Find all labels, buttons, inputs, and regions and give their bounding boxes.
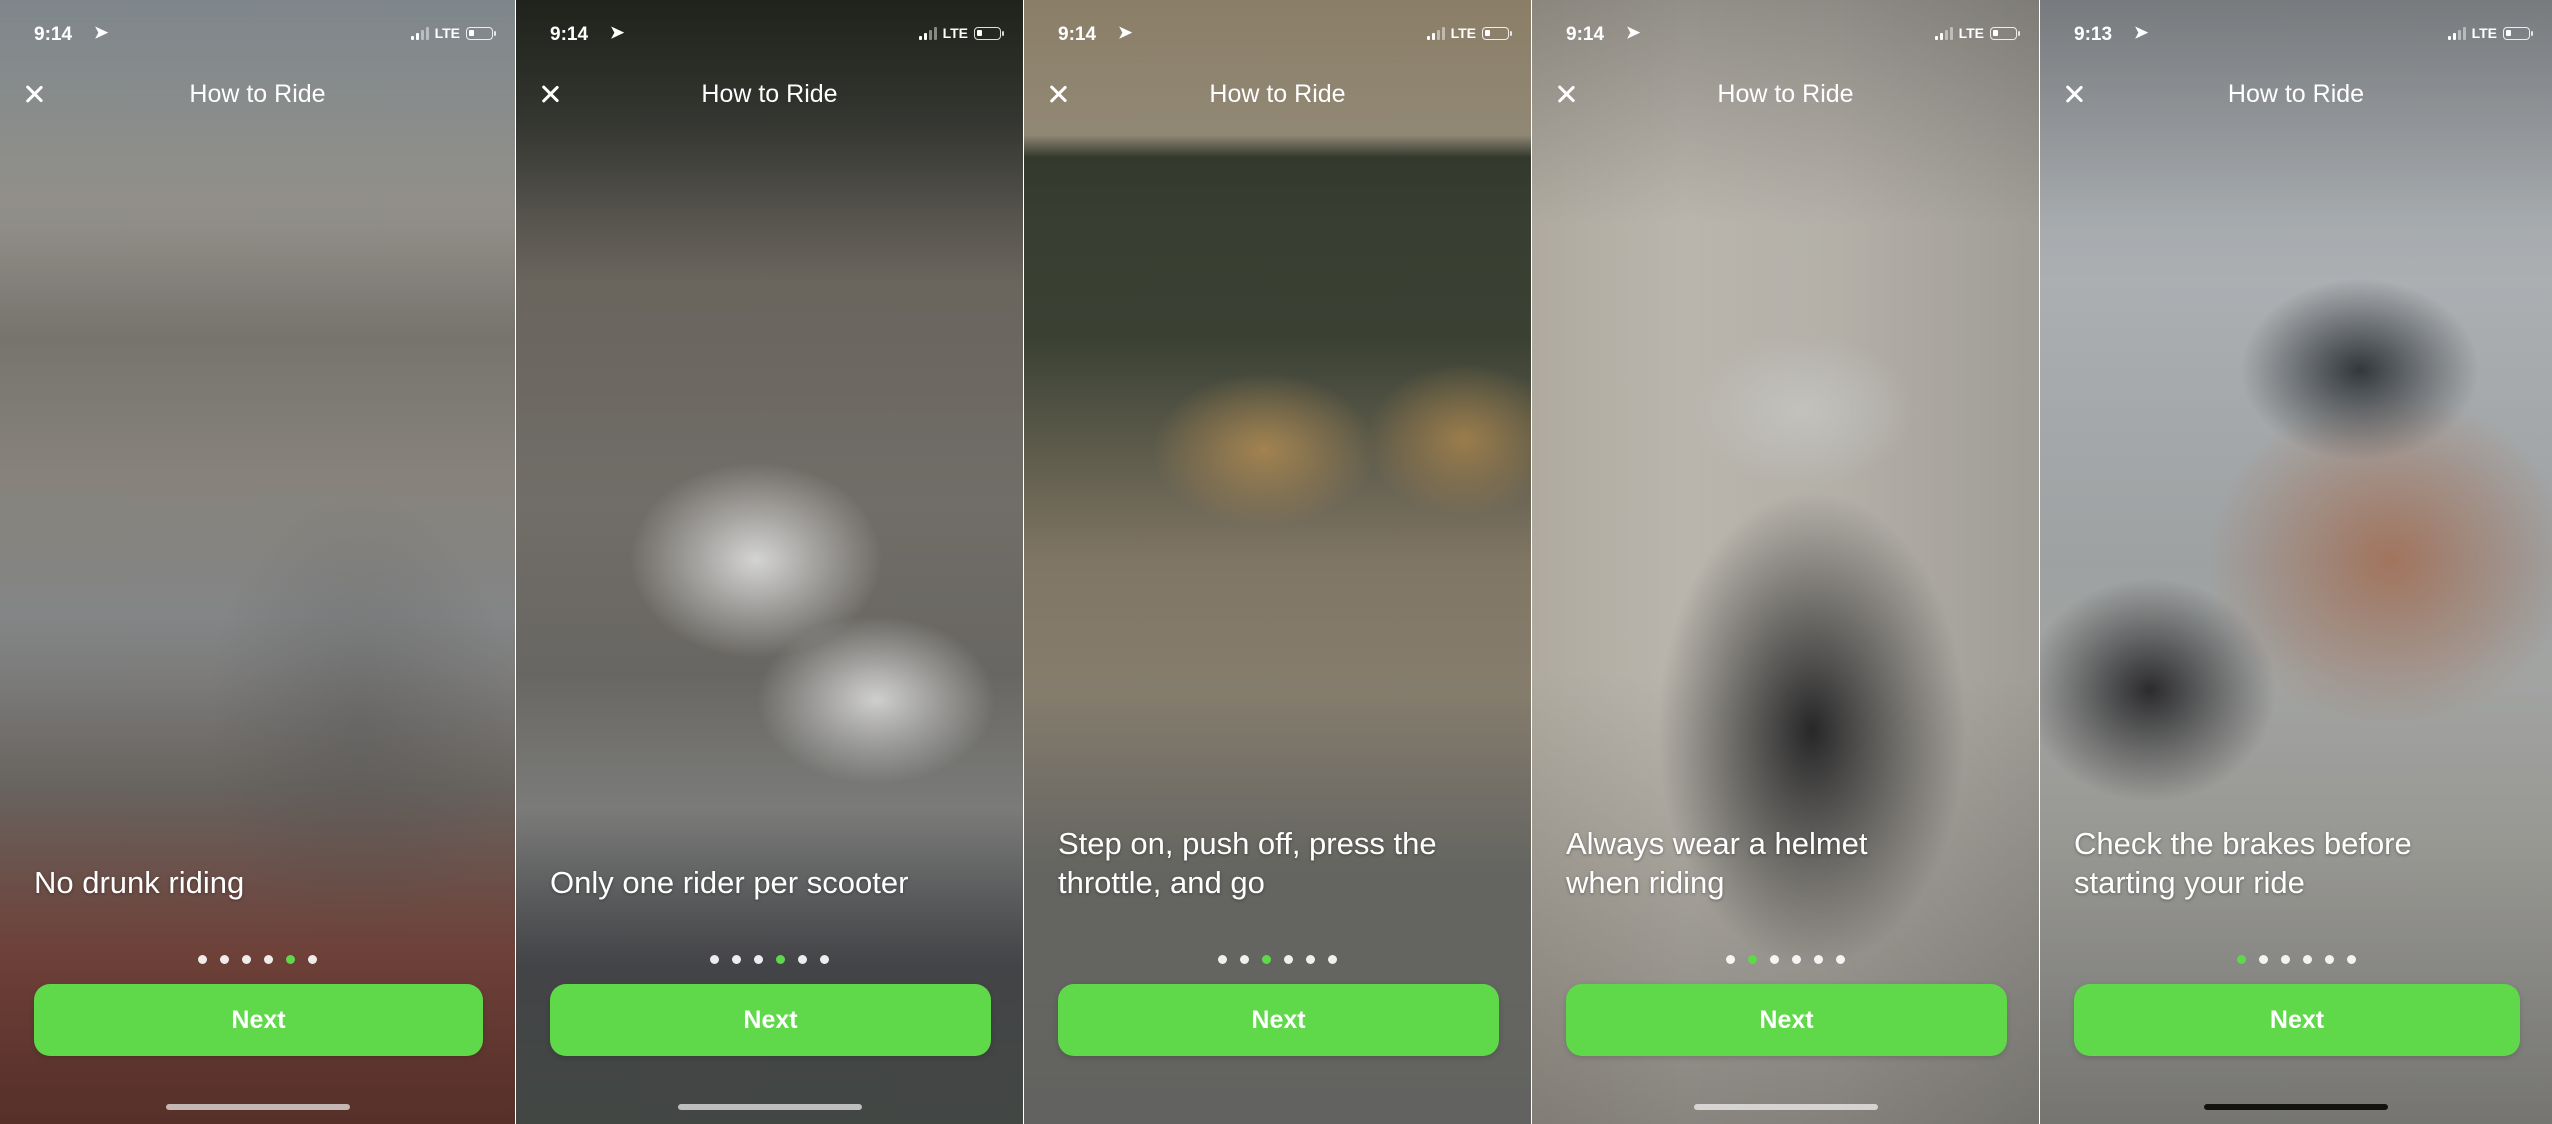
page-dot xyxy=(198,955,207,964)
battery-icon xyxy=(466,26,496,40)
page-dot xyxy=(2302,955,2312,964)
page-title: How to Ride xyxy=(2227,80,2365,108)
screen-check-brakes: 9:13 ➤ LTE How to Ride Check the brakes … xyxy=(2040,0,2552,1124)
screen-one-rider: 9:14 ➤ LTE How to Ride Only one rider pe… xyxy=(516,0,1024,1124)
signal-icon xyxy=(1426,26,1445,40)
step-caption: Always wear a helmet when riding xyxy=(1566,826,1868,900)
screen-no-drunk-riding: 9:14 ➤ LTE How to Ride No drunk riding N… xyxy=(0,0,516,1124)
page-dot-active xyxy=(286,955,295,964)
network-label: LTE xyxy=(1958,25,1984,41)
page-indicator xyxy=(516,955,1023,964)
page-dot xyxy=(1240,955,1249,964)
page-dot xyxy=(1284,955,1293,964)
page-title: How to Ride xyxy=(1209,80,1346,108)
status-bar: 9:14 ➤ LTE xyxy=(1532,22,2039,50)
home-indicator[interactable] xyxy=(677,1104,862,1110)
next-button[interactable]: Next xyxy=(2074,984,2520,1056)
status-bar: 9:14 ➤ LTE xyxy=(1024,22,1531,50)
status-time: 9:14 xyxy=(550,24,589,45)
page-dot xyxy=(1814,955,1823,964)
status-time: 9:14 xyxy=(34,24,73,45)
step-caption: Only one rider per scooter xyxy=(550,865,909,900)
page-dot xyxy=(264,955,273,964)
page-dot xyxy=(1770,955,1779,964)
network-label: LTE xyxy=(1450,25,1476,41)
page-dot xyxy=(1792,955,1801,964)
signal-icon xyxy=(918,26,937,40)
location-arrow-icon: ➤ xyxy=(610,23,625,42)
screen-step-on: 9:14 ➤ LTE How to Ride Step on, push off… xyxy=(1024,0,1532,1124)
page-dot xyxy=(754,955,763,964)
page-dot xyxy=(2324,955,2334,964)
status-time: 9:13 xyxy=(2074,24,2113,45)
page-dot xyxy=(2258,955,2268,964)
step-caption: Step on, push off, press the throttle, a… xyxy=(1058,826,1437,900)
location-arrow-icon: ➤ xyxy=(2134,23,2149,42)
page-dot xyxy=(242,955,251,964)
page-dot xyxy=(798,955,807,964)
page-title: How to Ride xyxy=(189,80,326,108)
page-indicator xyxy=(2040,955,2552,964)
status-time: 9:14 xyxy=(1058,24,1097,45)
page-dot xyxy=(220,955,229,964)
page-dot xyxy=(732,955,741,964)
onboarding-screens: 9:14 ➤ LTE How to Ride No drunk riding N… xyxy=(0,0,2552,1124)
status-bar: 9:14 ➤ LTE xyxy=(516,22,1023,50)
page-dot xyxy=(2346,955,2356,964)
status-bar: 9:13 ➤ LTE xyxy=(2040,22,2552,50)
page-dot xyxy=(710,955,719,964)
page-dot xyxy=(1306,955,1315,964)
home-indicator[interactable] xyxy=(1693,1104,1878,1110)
next-button[interactable]: Next xyxy=(1058,984,1499,1056)
home-indicator[interactable] xyxy=(165,1104,350,1110)
page-dot-active xyxy=(1748,955,1757,964)
location-arrow-icon: ➤ xyxy=(1626,23,1641,42)
status-bar: 9:14 ➤ LTE xyxy=(0,22,515,50)
screen-wear-helmet: 9:14 ➤ LTE How to Ride Always wear a hel… xyxy=(1532,0,2040,1124)
battery-icon xyxy=(1990,26,2020,40)
page-dot xyxy=(1726,955,1735,964)
page-dot-active xyxy=(776,955,785,964)
step-caption: Check the brakes before starting your ri… xyxy=(2074,826,2412,900)
page-dot xyxy=(308,955,317,964)
signal-icon xyxy=(2447,26,2466,40)
page-title: How to Ride xyxy=(701,80,838,108)
page-indicator xyxy=(0,955,515,964)
battery-icon xyxy=(974,26,1004,40)
network-label: LTE xyxy=(2471,25,2497,41)
status-time: 9:14 xyxy=(1566,24,1605,45)
page-dot xyxy=(2280,955,2290,964)
battery-icon xyxy=(2503,26,2533,40)
page-dot xyxy=(1218,955,1227,964)
signal-icon xyxy=(1934,26,1953,40)
location-arrow-icon: ➤ xyxy=(1118,23,1133,42)
page-dot-active xyxy=(1262,955,1271,964)
page-dot-active xyxy=(2236,955,2246,964)
network-label: LTE xyxy=(434,25,460,41)
page-dot xyxy=(820,955,829,964)
page-title: How to Ride xyxy=(1717,80,1854,108)
next-button[interactable]: Next xyxy=(34,984,483,1056)
page-dot xyxy=(1328,955,1337,964)
home-indicator[interactable] xyxy=(2204,1104,2388,1110)
page-indicator xyxy=(1532,955,2039,964)
network-label: LTE xyxy=(942,25,968,41)
next-button[interactable]: Next xyxy=(1566,984,2007,1056)
step-caption: No drunk riding xyxy=(34,865,245,900)
signal-icon xyxy=(410,26,429,40)
location-arrow-icon: ➤ xyxy=(94,23,109,42)
next-button[interactable]: Next xyxy=(550,984,991,1056)
page-dot xyxy=(1836,955,1845,964)
page-indicator xyxy=(1024,955,1531,964)
battery-icon xyxy=(1482,26,1512,40)
